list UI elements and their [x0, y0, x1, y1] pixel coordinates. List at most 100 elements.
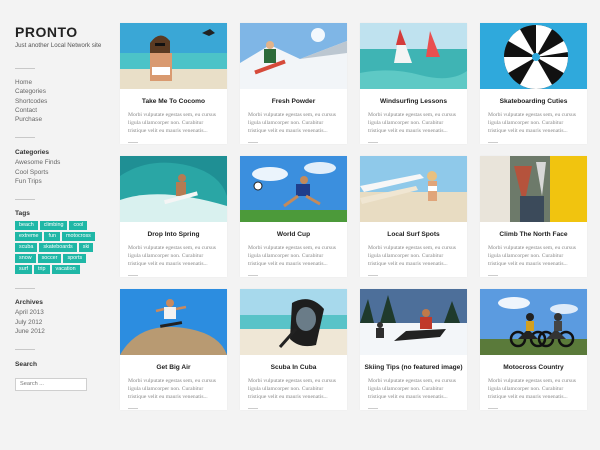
post-thumbnail[interactable] [360, 289, 467, 355]
tag-ski[interactable]: ski [78, 243, 94, 253]
post-title[interactable]: Windsurfing Lessons [360, 97, 467, 106]
category-link[interactable]: Fun Trips [15, 177, 105, 186]
excerpt-line: tristique velit eu mauris venenatis... [248, 128, 328, 134]
archive-link[interactable]: June 2012 [15, 327, 105, 336]
divider [15, 288, 35, 290]
excerpt-line: tristique velit eu mauris venenatis... [128, 261, 208, 267]
tags-title: Tags [15, 210, 30, 218]
excerpt-line: tristique velit eu mauris venenatis... [488, 261, 568, 267]
tag-scuba[interactable]: scuba [15, 243, 38, 253]
excerpt-line: Morbi vulputate egestas sem, eu cursus [248, 245, 336, 251]
excerpt-line: tristique velit eu mauris venenatis... [488, 128, 568, 134]
post-excerpt: Morbi vulputate egestas sem, eu cursus l… [368, 244, 459, 268]
excerpt-line: ligula ullamcorper non. Curabitur [368, 386, 444, 392]
post-thumbnail[interactable] [360, 156, 467, 222]
post-thumbnail[interactable] [240, 23, 347, 89]
excerpt-line: ligula ullamcorper non. Curabitur [128, 386, 204, 392]
excerpt-line: ligula ullamcorper non. Curabitur [248, 120, 324, 126]
menu-item-shortcodes[interactable]: Shortcodes [15, 97, 105, 106]
card-divider [488, 408, 498, 409]
archive-link[interactable]: April 2013 [15, 308, 105, 317]
card-divider [368, 275, 378, 276]
post-excerpt: Morbi vulputate egestas sem, eu cursus l… [248, 244, 339, 268]
excerpt-line: Morbi vulputate egestas sem, eu cursus [368, 245, 456, 251]
post-title[interactable]: Motocross Country [480, 363, 587, 372]
post-excerpt: Morbi vulputate egestas sem, eu cursus l… [128, 377, 219, 401]
search-input[interactable] [15, 377, 87, 391]
post-title[interactable]: Local Surf Spots [360, 230, 467, 239]
tag-climbing[interactable]: climbing [39, 221, 68, 231]
excerpt-line: Morbi vulputate egestas sem, eu cursus [248, 378, 336, 384]
post-thumbnail[interactable] [360, 23, 467, 89]
archive-link[interactable]: July 2012 [15, 318, 105, 327]
post-card[interactable]: Scuba In Cuba Morbi vulputate egestas se… [240, 289, 347, 410]
tag-skateboards[interactable]: skateboards [39, 243, 77, 253]
tag-motocross[interactable]: motocross [61, 232, 95, 242]
post-title[interactable]: World Cup [240, 230, 347, 239]
post-excerpt: Morbi vulputate egestas sem, eu cursus l… [488, 244, 579, 268]
post-card[interactable]: Skateboarding Cuties Morbi vulputate ege… [480, 23, 587, 144]
tag-sports[interactable]: sports [63, 254, 87, 264]
tag-snow[interactable]: snow [15, 254, 36, 264]
post-title[interactable]: Take Me To Cocomo [120, 97, 227, 106]
post-card[interactable]: Local Surf Spots Morbi vulputate egestas… [360, 156, 467, 277]
tag-cloud: beach climbing cool extreme fun motocros… [15, 221, 100, 275]
category-link[interactable]: Cool Sports [15, 168, 105, 177]
post-card[interactable]: Drop Into Spring Morbi vulputate egestas… [120, 156, 227, 277]
excerpt-line: tristique velit eu mauris venenatis... [368, 394, 448, 400]
snowboarder-image [240, 23, 347, 89]
post-title[interactable]: Skiing Tips (no featured image) [360, 363, 467, 372]
excerpt-line: ligula ullamcorper non. Curabitur [368, 120, 444, 126]
post-title[interactable]: Fresh Powder [240, 97, 347, 106]
post-card[interactable]: Motocross Country Morbi vulputate egesta… [480, 289, 587, 410]
excerpt-line: Morbi vulputate egestas sem, eu cursus [368, 378, 456, 384]
post-thumbnail[interactable] [480, 156, 587, 222]
post-thumbnail[interactable] [120, 156, 227, 222]
excerpt-line: tristique velit eu mauris venenatis... [248, 394, 328, 400]
menu-item-categories[interactable]: Categories [15, 87, 105, 96]
site-title[interactable]: PRONTO [15, 24, 105, 40]
post-thumbnail[interactable] [240, 156, 347, 222]
menu-item-home[interactable]: Home [15, 78, 105, 87]
category-link[interactable]: Awesome Finds [15, 158, 105, 167]
post-thumbnail[interactable] [120, 289, 227, 355]
menu-item-contact[interactable]: Contact [15, 106, 105, 115]
post-card[interactable]: Windsurfing Lessons Morbi vulputate eges… [360, 23, 467, 144]
umbrella-image [480, 23, 587, 89]
post-card[interactable]: Fresh Powder Morbi vulputate egestas sem… [240, 23, 347, 144]
tag-soccer[interactable]: soccer [37, 254, 62, 264]
post-card[interactable]: Get Big Air Morbi vulputate egestas sem,… [120, 289, 227, 410]
categories-title: Categories [15, 149, 50, 157]
tag-fun[interactable]: fun [44, 232, 60, 242]
post-title[interactable]: Drop Into Spring [120, 230, 227, 239]
post-card[interactable]: Climb The North Face Morbi vulputate ege… [480, 156, 587, 277]
post-title[interactable]: Skateboarding Cuties [480, 97, 587, 106]
post-thumbnail[interactable] [480, 23, 587, 89]
tag-cool[interactable]: cool [69, 221, 88, 231]
divider [15, 349, 35, 351]
post-thumbnail[interactable] [120, 23, 227, 89]
excerpt-line: Morbi vulputate egestas sem, eu cursus [128, 245, 216, 251]
post-card[interactable]: World Cup Morbi vulputate egestas sem, e… [240, 156, 347, 277]
post-title[interactable]: Get Big Air [120, 363, 227, 372]
menu-item-purchase[interactable]: Purchase [15, 115, 105, 124]
windsurfing-image [360, 23, 467, 89]
excerpt-line: tristique velit eu mauris venenatis... [488, 394, 568, 400]
card-divider [248, 408, 258, 409]
card-divider [368, 142, 378, 143]
tag-vacation[interactable]: vacation [51, 265, 80, 275]
tag-beach[interactable]: beach [15, 221, 38, 231]
tag-extreme[interactable]: extreme [15, 232, 43, 242]
excerpt-line: Morbi vulputate egestas sem, eu cursus [368, 112, 456, 118]
tag-trip[interactable]: trip [34, 265, 50, 275]
excerpt-line: tristique velit eu mauris venenatis... [368, 261, 448, 267]
post-card[interactable]: Take Me To Cocomo Morbi vulputate egesta… [120, 23, 227, 144]
main-menu: Home Categories Shortcodes Contact Purch… [15, 78, 105, 124]
post-title[interactable]: Scuba In Cuba [240, 363, 347, 372]
post-thumbnail[interactable] [480, 289, 587, 355]
post-title[interactable]: Climb The North Face [480, 230, 587, 239]
post-card[interactable]: Skiing Tips (no featured image) Morbi vu… [360, 289, 467, 410]
climber-image [480, 156, 587, 222]
post-thumbnail[interactable] [240, 289, 347, 355]
tag-surf[interactable]: surf [15, 265, 32, 275]
